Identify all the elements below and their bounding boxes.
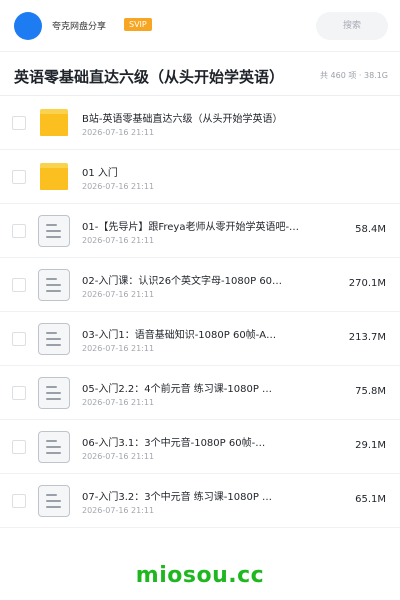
file-list: B站-英语零基础直达六级（从头开始学英语） 2026-07-16 21:11 01 … (0, 96, 400, 528)
select-checkbox[interactable] (12, 386, 26, 400)
list-item[interactable]: 05-入门2.2：4个前元音 练习课-1080P … 2026-07-16 21:… (0, 366, 400, 420)
item-size: 270.1M (348, 278, 386, 289)
item-date: 2026-07-16 21:11 (82, 506, 155, 515)
folder-icon (38, 161, 70, 193)
item-name: B站-英语零基础直达六级（从头开始学英语） (82, 114, 283, 125)
app-name: 夸克网盘分享 (52, 22, 107, 32)
item-name: 02-入门课：认识26个英文字母-1080P 60… (82, 276, 283, 287)
svip-badge: SVIP (124, 18, 152, 31)
select-checkbox[interactable] (12, 224, 26, 238)
item-name: 07-入门3.2：3个中元音 练习课-1080P … (82, 492, 273, 503)
list-item[interactable]: 01-【先导片】跟Freya老师从零开始学英语吧-… 2026-07-16 21:… (0, 204, 400, 258)
select-checkbox[interactable] (12, 278, 26, 292)
select-checkbox[interactable] (12, 116, 26, 130)
top-bar: 夸克网盘分享 SVIP 搜索 (0, 0, 400, 52)
folder-icon (38, 107, 70, 139)
document-icon (38, 323, 70, 355)
list-item[interactable]: 07-入门3.2：3个中元音 练习课-1080P … 2026-07-16 21:… (0, 474, 400, 528)
document-icon (38, 485, 70, 517)
footer: miosou.cc (0, 552, 400, 600)
document-icon (38, 269, 70, 301)
item-date: 2026-07-16 21:11 (82, 182, 155, 191)
list-item[interactable]: 06-入门3.1：3个中元音-1080P 60帧-… 2026-07-16 21:… (0, 420, 400, 474)
item-date: 2026-07-16 21:11 (82, 398, 155, 407)
item-name: 01-【先导片】跟Freya老师从零开始学英语吧-… (82, 222, 300, 233)
select-checkbox[interactable] (12, 494, 26, 508)
select-checkbox[interactable] (12, 170, 26, 184)
item-summary: 共 460 项 · 38.1G (320, 71, 388, 80)
select-checkbox[interactable] (12, 440, 26, 454)
item-date: 2026-07-16 21:11 (82, 128, 155, 137)
item-name: 06-入门3.1：3个中元音-1080P 60帧-… (82, 438, 266, 449)
list-item[interactable]: B站-英语零基础直达六级（从头开始学英语） 2026-07-16 21:11 (0, 96, 400, 150)
item-name: 01 入门 (82, 168, 118, 179)
item-date: 2026-07-16 21:11 (82, 236, 155, 245)
list-item[interactable]: 01 入门 2026-07-16 21:11 (0, 150, 400, 204)
item-date: 2026-07-16 21:11 (82, 452, 155, 461)
list-item[interactable]: 02-入门课：认识26个英文字母-1080P 60… 2026-07-16 21:… (0, 258, 400, 312)
item-size: 213.7M (348, 332, 386, 343)
select-checkbox[interactable] (12, 332, 26, 346)
page-title: 英语零基础直达六级（从头开始学英语） (14, 68, 285, 86)
list-item[interactable]: 03-入门1：语音基础知识-1080P 60帧-A… 2026-07-16 21:… (0, 312, 400, 366)
item-date: 2026-07-16 21:11 (82, 290, 155, 299)
item-name: 05-入门2.2：4个前元音 练习课-1080P … (82, 384, 273, 395)
document-icon (38, 377, 70, 409)
document-icon (38, 215, 70, 247)
watermark: miosou.cc (135, 563, 265, 588)
item-date: 2026-07-16 21:11 (82, 344, 155, 353)
item-name: 03-入门1：语音基础知识-1080P 60帧-A… (82, 330, 277, 341)
item-size: 65.1M (355, 494, 386, 505)
item-size: 29.1M (355, 440, 386, 451)
document-icon (38, 431, 70, 463)
search-input[interactable]: 搜索 (316, 12, 388, 40)
item-size: 75.8M (355, 386, 386, 397)
folder-header: 英语零基础直达六级（从头开始学英语） 共 460 项 · 38.1G (0, 52, 400, 96)
item-size: 58.4M (355, 224, 386, 235)
avatar[interactable] (14, 12, 42, 40)
